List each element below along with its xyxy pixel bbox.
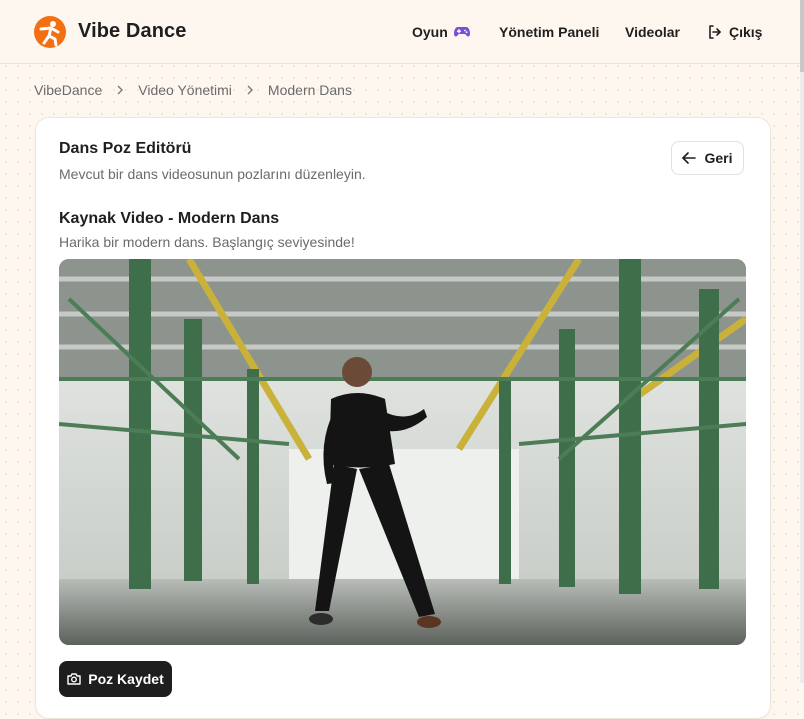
back-button[interactable]: Geri bbox=[671, 141, 744, 175]
breadcrumb: VibeDance Video Yönetimi Modern Dans bbox=[34, 82, 352, 98]
breadcrumb-current: Modern Dans bbox=[267, 82, 352, 98]
video-frame bbox=[59, 259, 746, 645]
save-pose-label: Poz Kaydet bbox=[88, 671, 164, 687]
nav-game-label: Oyun bbox=[412, 24, 448, 40]
top-navbar: Vibe Dance Oyun Yönetim Paneli Videolar … bbox=[0, 0, 800, 64]
page-title: Dans Poz Editörü bbox=[59, 140, 192, 157]
pose-editor-card: Dans Poz Editörü Mevcut bir dans videosu… bbox=[35, 117, 771, 719]
nav-videos[interactable]: Videolar bbox=[625, 24, 680, 40]
nav-admin[interactable]: Yönetim Paneli bbox=[499, 24, 599, 40]
back-button-label: Geri bbox=[704, 150, 733, 166]
source-video-player[interactable] bbox=[59, 259, 746, 645]
breadcrumb-home[interactable]: VibeDance bbox=[34, 82, 102, 98]
page-description: Mevcut bir dans videosunun pozlarını düz… bbox=[59, 166, 366, 182]
chevron-right-icon bbox=[247, 85, 253, 95]
nav-game[interactable]: Oyun bbox=[412, 24, 470, 40]
logout-icon bbox=[709, 25, 721, 39]
page-scrollbar-track[interactable] bbox=[800, 0, 804, 683]
nav-logout-label: Çıkış bbox=[729, 24, 763, 40]
arrow-left-icon bbox=[682, 152, 697, 164]
source-video-title: Kaynak Video - Modern Dans bbox=[59, 210, 280, 227]
save-pose-button[interactable]: Poz Kaydet bbox=[59, 661, 172, 697]
page-scrollbar-thumb[interactable] bbox=[800, 0, 804, 72]
breadcrumb-video-management[interactable]: Video Yönetimi bbox=[138, 82, 232, 98]
chevron-right-icon bbox=[117, 85, 124, 95]
gamepad-icon bbox=[453, 27, 470, 37]
source-video-description: Harika bir modern dans. Başlangıç seviye… bbox=[59, 234, 355, 250]
nav-logout[interactable]: Çıkış bbox=[707, 24, 762, 40]
dancer-logo-icon[interactable] bbox=[34, 16, 66, 48]
brand-name[interactable]: Vibe Dance bbox=[78, 20, 186, 43]
camera-icon bbox=[67, 673, 81, 685]
